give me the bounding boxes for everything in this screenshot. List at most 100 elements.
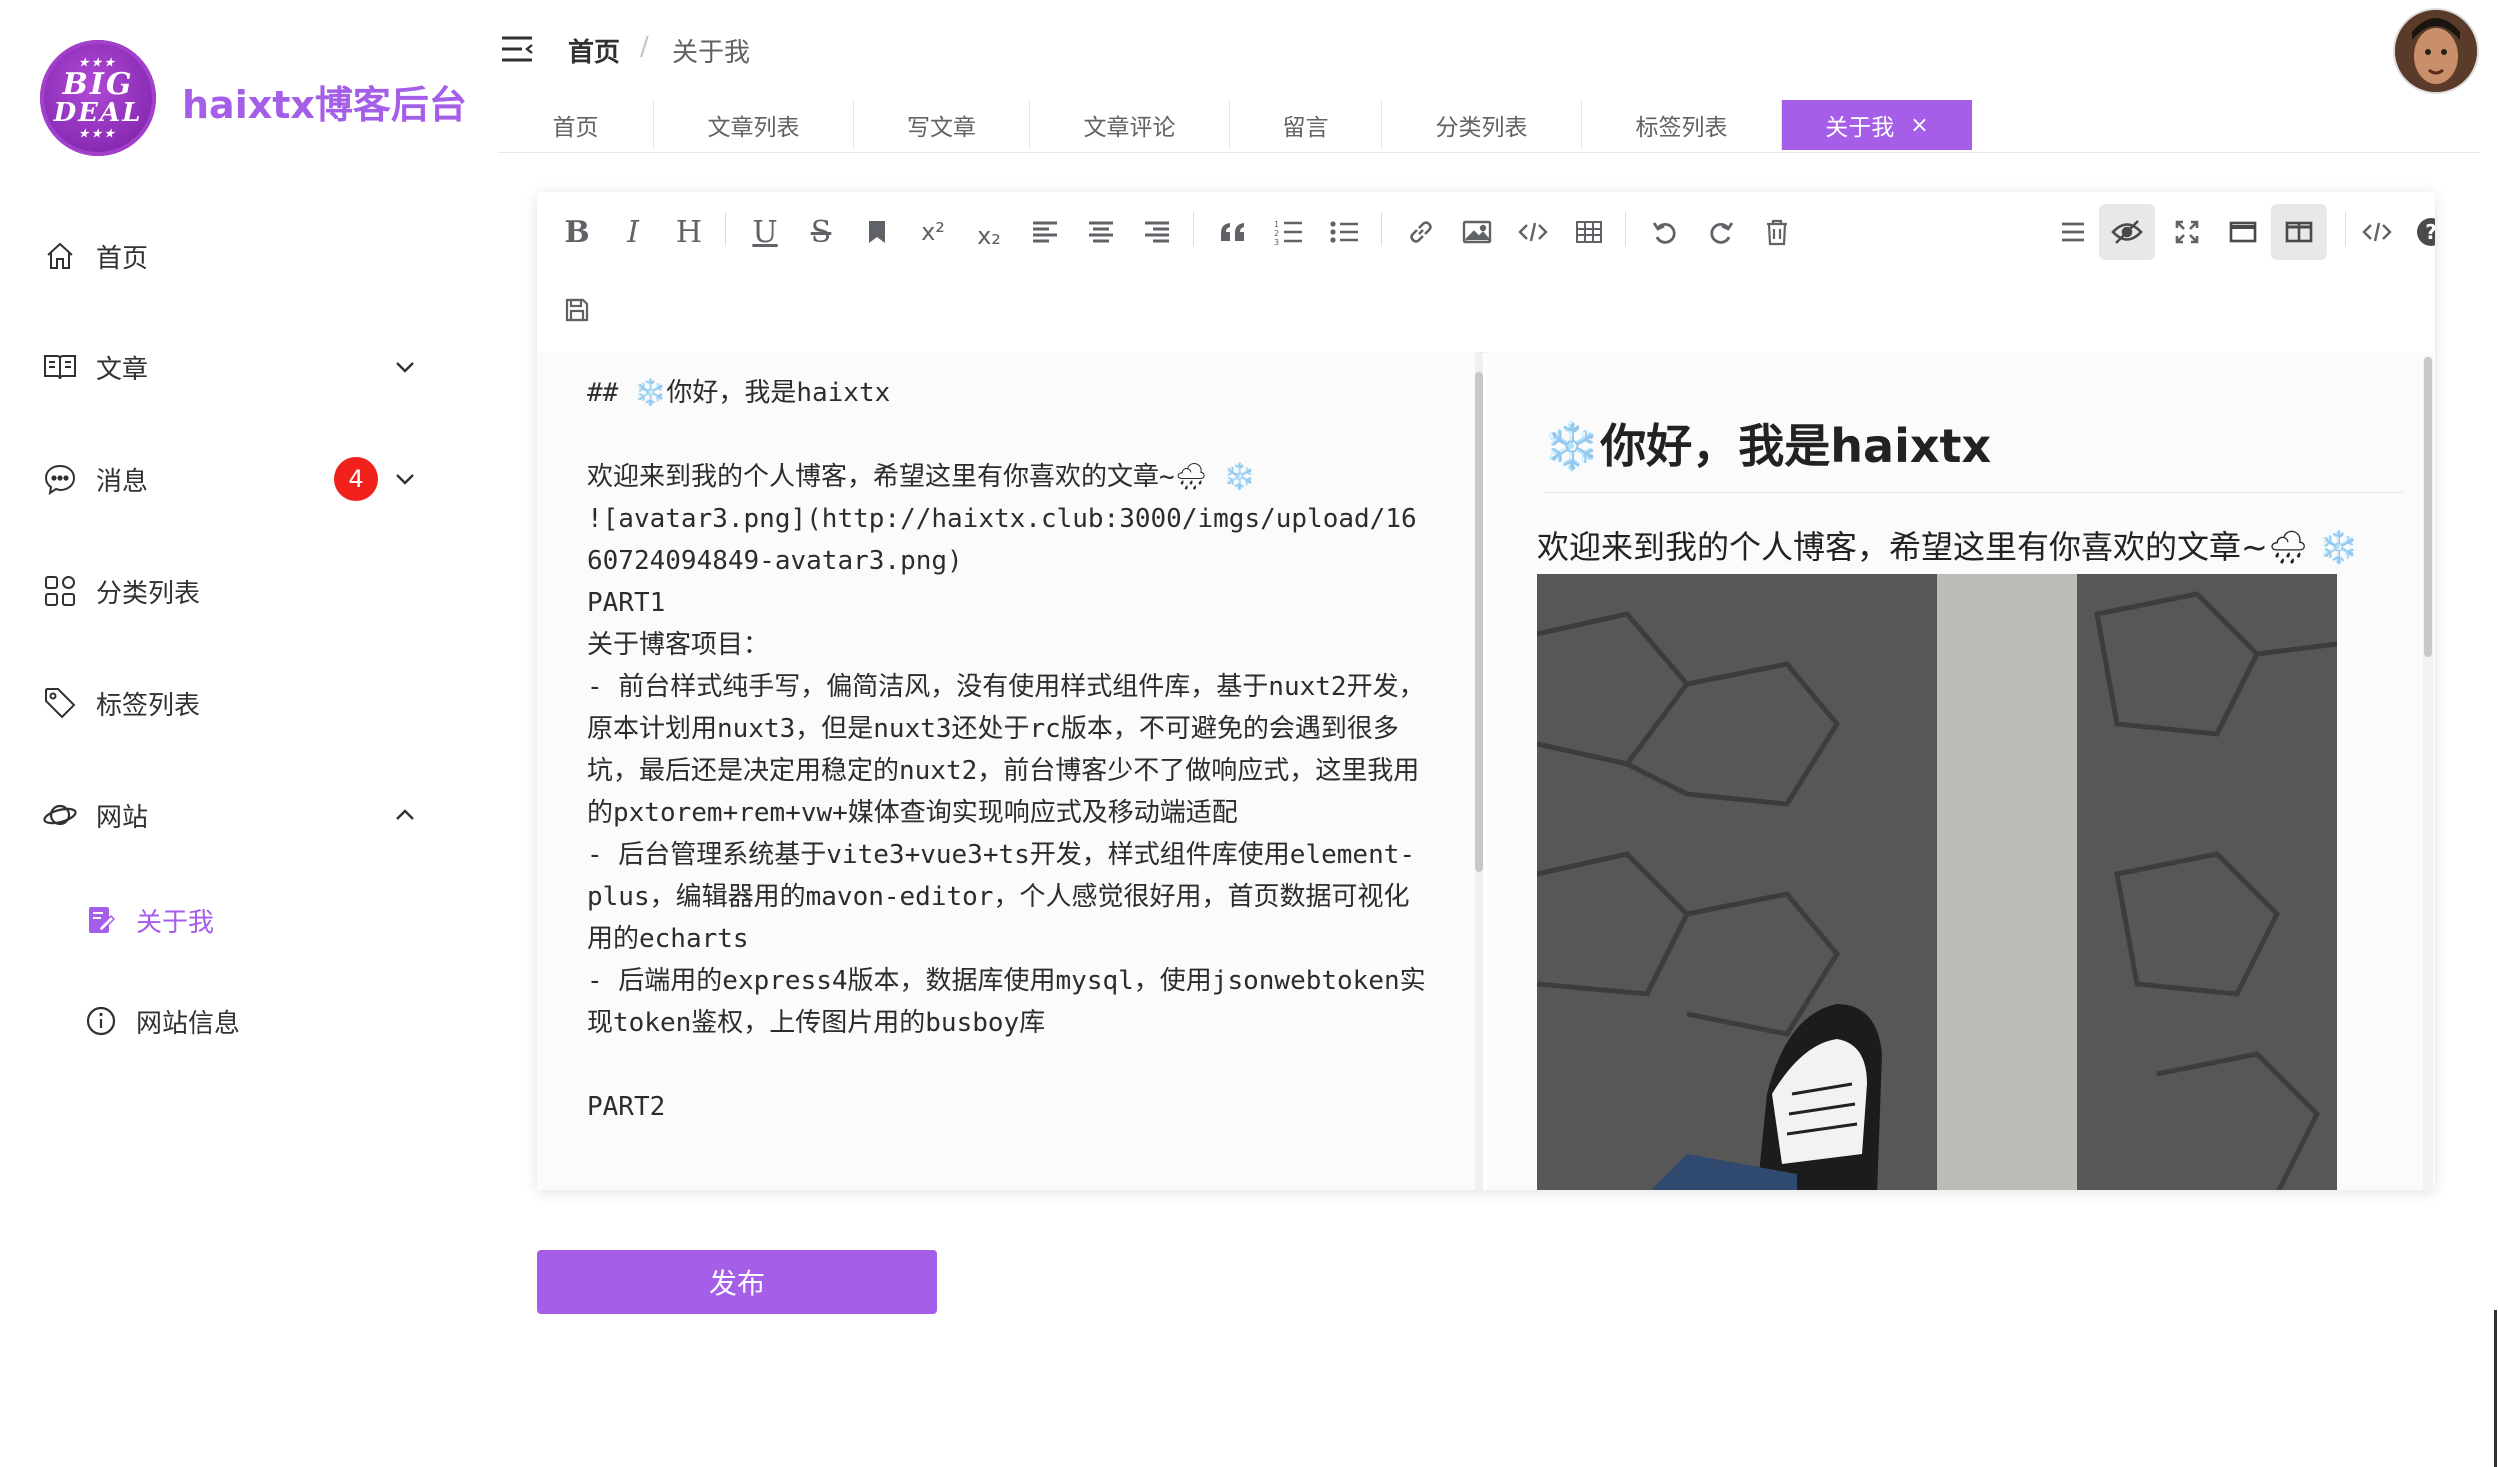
window-icon (2229, 221, 2257, 243)
toolbar-divider (2345, 212, 2346, 246)
quote-icon (1221, 223, 1244, 241)
preview-paragraph: 欢迎来到我的个人博客，希望这里有你喜欢的文章~🌧 ❄️ (1537, 528, 2359, 566)
preview-heading-text: 你好，我是haixtx (1600, 419, 1992, 473)
bold-button[interactable]: B (555, 210, 599, 254)
sidebar-item-categories[interactable]: 分类列表 (0, 556, 494, 626)
undo-button[interactable] (1643, 210, 1687, 254)
source-scrollbar[interactable] (1475, 352, 1483, 1190)
link-button[interactable] (1399, 210, 1443, 254)
tab-messages[interactable]: 留言 (1230, 100, 1382, 150)
heading-button[interactable]: H (667, 210, 711, 254)
quote-button[interactable] (1211, 210, 1255, 254)
trash-button[interactable] (1755, 210, 1799, 254)
breadcrumb-separator: / (640, 32, 649, 62)
columns-icon (2285, 221, 2313, 243)
logo-stars-bottom: ★★★ (78, 127, 118, 140)
tab-categories[interactable]: 分类列表 (1382, 100, 1582, 150)
tag-icon (42, 685, 78, 721)
tab-label: 关于我 (1825, 115, 1895, 141)
code-button[interactable] (1511, 210, 1555, 254)
subscript-button[interactable]: x₂ (967, 214, 1011, 258)
html-code-button[interactable] (2355, 210, 2399, 254)
chat-icon (42, 461, 78, 497)
image-icon (1462, 220, 1492, 244)
tab-article-list[interactable]: 文章列表 (654, 100, 854, 150)
save-icon (565, 298, 589, 322)
ordered-list-icon: 123 (1274, 220, 1302, 245)
chevron-down-icon (392, 354, 418, 380)
fullscreen-button[interactable] (2165, 210, 2209, 254)
sidebar-item-messages[interactable]: 消息 4 (0, 444, 494, 514)
mark-button[interactable] (855, 210, 899, 254)
tab-article-comments[interactable]: 文章评论 (1030, 100, 1230, 150)
preview-image (1537, 574, 2337, 1190)
toolbar-divider (1193, 212, 1194, 246)
sidebar-item-articles[interactable]: 文章 (0, 332, 494, 402)
link-icon (1410, 221, 1432, 243)
avatar[interactable] (2393, 8, 2479, 94)
align-right-button[interactable] (1135, 210, 1179, 254)
italic-button[interactable]: I (611, 210, 655, 254)
markdown-source-pane[interactable]: ## ❄️你好，我是haixtx 欢迎来到我的个人博客，希望这里有你喜欢的文章~… (537, 352, 1481, 1190)
svg-text:2: 2 (1274, 229, 1279, 238)
preview-scrollbar[interactable] (2423, 357, 2433, 1190)
window-edge (2494, 1310, 2497, 1467)
superscript-button[interactable]: x² (911, 210, 955, 254)
markdown-preview-pane: ❄️你好，我是haixtx 欢迎来到我的个人博客，希望这里有你喜欢的文章~🌧 ❄… (1487, 352, 2435, 1190)
split-view-button[interactable] (2271, 204, 2327, 260)
sidebar-subitem-site-info[interactable]: 网站信息 (0, 989, 494, 1053)
align-center-icon (1089, 221, 1113, 243)
tab-write-article[interactable]: 写文章 (854, 100, 1030, 150)
svg-text:3: 3 (1274, 238, 1279, 245)
eye-slash-icon (2111, 220, 2143, 244)
align-center-button[interactable] (1079, 210, 1123, 254)
code-icon (2362, 222, 2392, 242)
trash-icon (1767, 219, 1787, 246)
sidebar-item-label: 消息 (96, 466, 149, 497)
tab-tags[interactable]: 标签列表 (1582, 100, 1782, 150)
sidebar-item-website[interactable]: 网站 (0, 780, 494, 850)
unordered-list-button[interactable] (1323, 210, 1367, 254)
info-icon (84, 1004, 118, 1038)
strikethrough-button[interactable]: S (799, 210, 843, 254)
breadcrumb-home[interactable]: 首页 (568, 32, 620, 69)
publish-button[interactable]: 发布 (537, 1250, 937, 1314)
window-button[interactable] (2221, 210, 2265, 254)
grid-icon (42, 573, 78, 609)
underline-button[interactable]: U (743, 210, 787, 254)
home-icon (42, 238, 78, 274)
table-icon (1576, 221, 1602, 243)
align-left-button[interactable] (1023, 210, 1067, 254)
menu-lines-icon (2062, 222, 2084, 242)
save-button[interactable] (555, 288, 599, 332)
toolbar-divider (725, 212, 726, 246)
sidebar-item-label: 文章 (96, 354, 149, 385)
navigation-button[interactable] (2051, 210, 2095, 254)
table-button[interactable] (1567, 210, 1611, 254)
tab-home[interactable]: 首页 (498, 100, 654, 150)
redo-button[interactable] (1699, 210, 1743, 254)
svg-text:1: 1 (1274, 220, 1279, 229)
tab-about[interactable]: 关于我 × (1782, 100, 1972, 150)
book-icon (42, 349, 78, 385)
markdown-source-text[interactable]: ## ❄️你好，我是haixtx 欢迎来到我的个人博客，希望这里有你喜欢的文章~… (587, 372, 1427, 1128)
tab-bar: 首页 文章列表 写文章 文章评论 留言 分类列表 标签列表 关于我 × (498, 100, 2480, 153)
image-button[interactable] (1455, 210, 1499, 254)
sidebar: ★★★ BIG DEAL ★★★ haixtx博客后台 首页 文章 消息 4 分… (0, 0, 494, 1467)
logo: ★★★ BIG DEAL ★★★ (40, 40, 156, 156)
svg-text:?: ? (2425, 220, 2435, 244)
sidebar-item-home[interactable]: 首页 (0, 221, 494, 291)
help-button[interactable]: ? (2413, 210, 2435, 254)
align-left-icon (1033, 221, 1057, 243)
sidebar-subitem-about[interactable]: 关于我 (0, 888, 494, 952)
sidebar-item-tags[interactable]: 标签列表 (0, 668, 494, 738)
unread-badge: 4 (334, 457, 378, 501)
sidebar-item-label: 标签列表 (96, 690, 201, 721)
toggle-preview-button[interactable] (2099, 204, 2155, 260)
ordered-list-button[interactable]: 123 (1267, 210, 1311, 254)
redo-icon (1710, 222, 1734, 244)
close-icon[interactable]: × (1910, 113, 1928, 138)
unordered-list-icon (1330, 221, 1358, 243)
collapse-menu-icon[interactable] (500, 34, 534, 64)
help-icon: ? (2417, 218, 2435, 246)
